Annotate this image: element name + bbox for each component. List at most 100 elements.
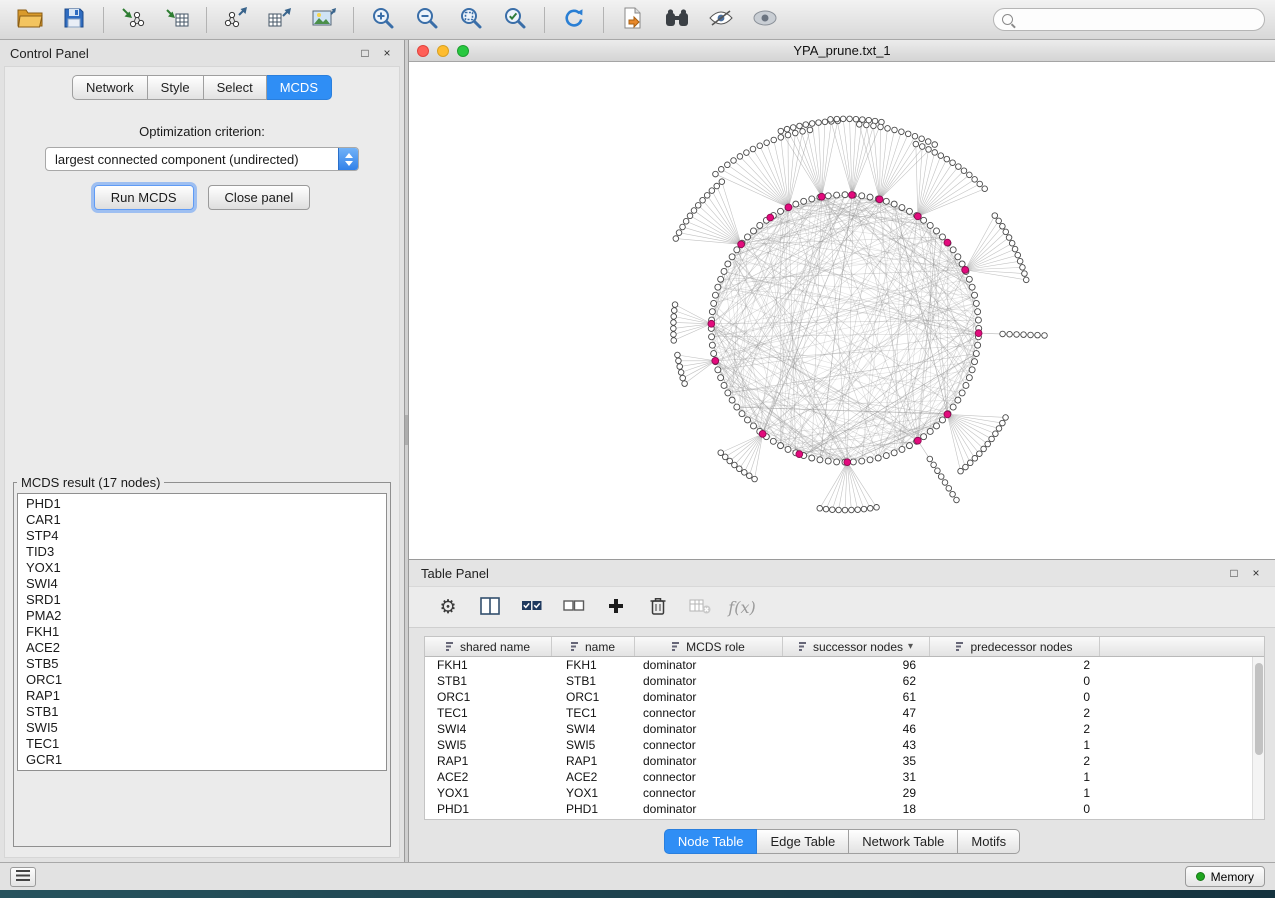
- select-all-columns-button[interactable]: [519, 592, 545, 622]
- cell-predecessor-nodes: 0: [930, 674, 1100, 688]
- mcds-result-item[interactable]: STP4: [18, 528, 386, 544]
- close-table-panel-icon[interactable]: ×: [1249, 566, 1263, 580]
- show-columns-button[interactable]: [477, 592, 503, 622]
- cell-name: SWI4: [552, 722, 635, 736]
- table-row[interactable]: TEC1 TEC1 connector 47 2: [425, 705, 1264, 721]
- tab-motifs[interactable]: Motifs: [958, 829, 1020, 854]
- table-row[interactable]: PHD1 PHD1 dominator 18 0: [425, 801, 1264, 817]
- mcds-result-item[interactable]: STB1: [18, 704, 386, 720]
- mcds-result-item[interactable]: TID3: [18, 544, 386, 560]
- refresh-view-button[interactable]: [554, 4, 594, 36]
- mcds-result-item[interactable]: YOX1: [18, 560, 386, 576]
- control-panel-body: Network Style Select MCDS Optimization c…: [4, 66, 400, 858]
- select-stepper-icon: [338, 147, 358, 171]
- table-row[interactable]: ORC1 ORC1 dominator 61 0: [425, 689, 1264, 705]
- task-history-button[interactable]: [10, 867, 36, 887]
- import-network-icon: [120, 6, 146, 33]
- run-mcds-button[interactable]: Run MCDS: [94, 185, 194, 210]
- sort-icon: [956, 640, 965, 654]
- visual-details-button[interactable]: [701, 4, 741, 36]
- mcds-result-item[interactable]: ACE2: [18, 640, 386, 656]
- table-row[interactable]: YOX1 YOX1 connector 29 1: [425, 785, 1264, 801]
- table-row[interactable]: FKH1 FKH1 dominator 96 2: [425, 657, 1264, 673]
- tab-mcds[interactable]: MCDS: [267, 75, 332, 100]
- criterion-select[interactable]: largest connected component (undirected): [45, 147, 359, 171]
- table-toolbar: ⚙ f(x): [409, 586, 1275, 628]
- column-header-name[interactable]: name: [552, 637, 635, 656]
- table-row[interactable]: STB1 STB1 dominator 62 0: [425, 673, 1264, 689]
- table-row[interactable]: ACE2 ACE2 connector 31 1: [425, 769, 1264, 785]
- float-table-panel-icon[interactable]: □: [1227, 566, 1241, 580]
- unselect-all-columns-button[interactable]: [561, 592, 587, 622]
- toolbar-separator: [103, 7, 104, 33]
- table-row[interactable]: SWI4 SWI4 dominator 46 2: [425, 721, 1264, 737]
- mcds-result-item[interactable]: SWI5: [18, 720, 386, 736]
- zoom-in-button[interactable]: [363, 4, 403, 36]
- zoom-out-button[interactable]: [407, 4, 447, 36]
- import-table-button[interactable]: [157, 4, 197, 36]
- close-panel-icon[interactable]: ×: [380, 46, 394, 60]
- tab-select[interactable]: Select: [204, 75, 267, 100]
- share-document-button[interactable]: [613, 4, 653, 36]
- show-hide-eye-button[interactable]: [745, 4, 785, 36]
- column-header-shared-name[interactable]: shared name: [425, 637, 552, 656]
- column-header-predecessor-nodes[interactable]: predecessor nodes: [930, 637, 1100, 656]
- search-network-button[interactable]: [657, 4, 697, 36]
- float-panel-icon[interactable]: □: [358, 46, 372, 60]
- export-network-button[interactable]: [216, 4, 256, 36]
- mcds-result-item[interactable]: CAR1: [18, 512, 386, 528]
- mcds-result-item[interactable]: RAP1: [18, 688, 386, 704]
- list-icon: [16, 869, 30, 884]
- zoom-in-icon: [371, 6, 395, 33]
- add-column-button[interactable]: [603, 592, 629, 622]
- tab-edge-table[interactable]: Edge Table: [757, 829, 849, 854]
- column-header-mcds-role[interactable]: MCDS role: [635, 637, 783, 656]
- network-canvas[interactable]: [409, 62, 1275, 559]
- toolbar-separator: [603, 7, 604, 33]
- mcds-result-item[interactable]: SRD1: [18, 592, 386, 608]
- control-panel-spacer: [5, 210, 399, 475]
- table-row[interactable]: SWI5 SWI5 connector 43 1: [425, 737, 1264, 753]
- delete-column-button[interactable]: [645, 592, 671, 622]
- save-session-button[interactable]: [54, 4, 94, 36]
- share-document-icon: [621, 6, 645, 33]
- column-header-successor-nodes[interactable]: successor nodes ▾: [783, 637, 930, 656]
- zoom-fit-button[interactable]: [451, 4, 491, 36]
- mcds-result-item[interactable]: TEC1: [18, 736, 386, 752]
- mcds-result-item[interactable]: STB5: [18, 656, 386, 672]
- memory-button[interactable]: Memory: [1185, 866, 1265, 887]
- open-session-button[interactable]: [10, 4, 50, 36]
- search-input[interactable]: [1019, 13, 1256, 27]
- cell-shared-name: RAP1: [425, 754, 552, 768]
- mcds-result-item[interactable]: ORC1: [18, 672, 386, 688]
- tab-style[interactable]: Style: [148, 75, 204, 100]
- table-settings-button[interactable]: ⚙: [435, 592, 461, 622]
- table-scrollbar[interactable]: [1252, 657, 1264, 819]
- splitter-grip[interactable]: [405, 415, 408, 445]
- tab-node-table[interactable]: Node Table: [664, 829, 758, 854]
- tab-network[interactable]: Network: [72, 75, 148, 100]
- mcds-result-item[interactable]: SWI4: [18, 576, 386, 592]
- toolbar-separator: [206, 7, 207, 33]
- zoom-selected-button[interactable]: [495, 4, 535, 36]
- delete-table-button[interactable]: [687, 592, 713, 622]
- cell-name: ACE2: [552, 770, 635, 784]
- mcds-result-item[interactable]: GCR1: [18, 752, 386, 768]
- table-row[interactable]: RAP1 RAP1 dominator 35 2: [425, 753, 1264, 769]
- close-panel-button[interactable]: Close panel: [208, 185, 311, 210]
- export-table-button[interactable]: [260, 4, 300, 36]
- open-folder-icon: [17, 7, 43, 32]
- scrollbar-thumb[interactable]: [1255, 663, 1263, 755]
- trash-icon: [649, 596, 667, 619]
- mcds-result-item[interactable]: FKH1: [18, 624, 386, 640]
- cell-successor-nodes: 62: [783, 674, 930, 688]
- export-image-icon: [311, 6, 337, 33]
- mcds-result-item[interactable]: PHD1: [18, 496, 386, 512]
- mcds-result-list[interactable]: PHD1CAR1STP4TID3YOX1SWI4SRD1PMA2FKH1ACE2…: [17, 493, 387, 771]
- function-builder-button[interactable]: f(x): [729, 592, 755, 622]
- mcds-result-item[interactable]: PMA2: [18, 608, 386, 624]
- sort-descending-icon: ▾: [908, 641, 913, 652]
- export-image-button[interactable]: [304, 4, 344, 36]
- import-network-button[interactable]: [113, 4, 153, 36]
- tab-network-table[interactable]: Network Table: [849, 829, 958, 854]
